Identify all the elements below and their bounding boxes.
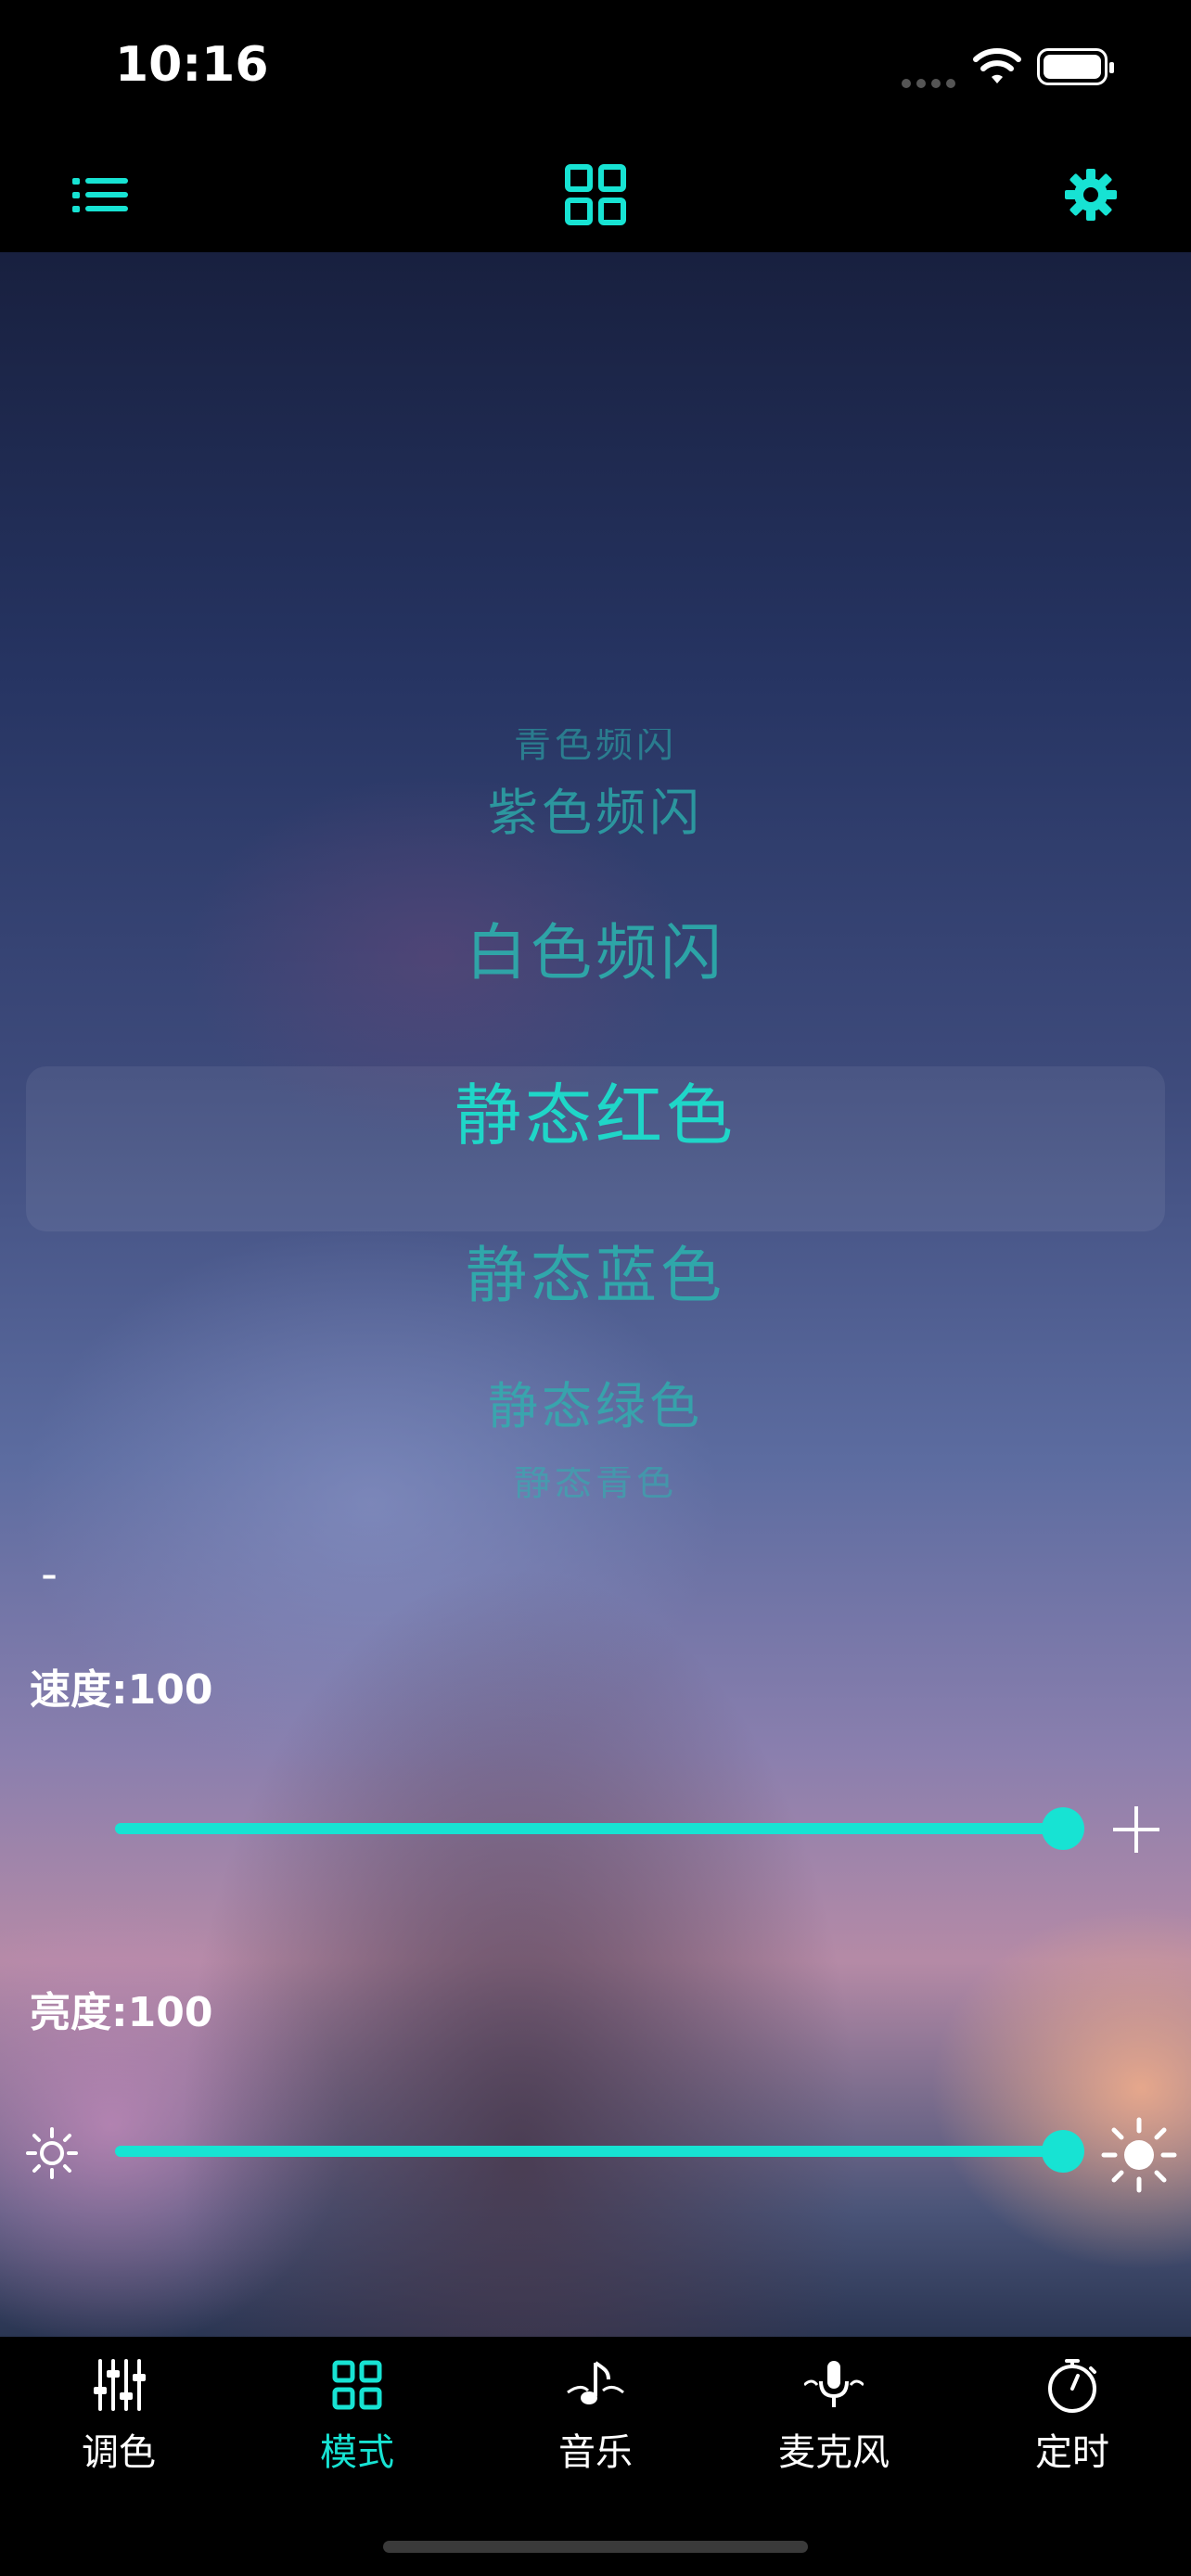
brightness-label: 亮度:100: [30, 1989, 213, 2036]
brightness-high-icon[interactable]: [1100, 2116, 1178, 2194]
speed-increase-button[interactable]: [1113, 1806, 1159, 1853]
picker-item[interactable]: 青色频闪: [0, 729, 1191, 760]
picker-item[interactable]: 静态绿色: [0, 1365, 1191, 1438]
picker-item[interactable]: 白色频闪: [0, 903, 1191, 992]
status-bar: 10:16: [0, 0, 1191, 139]
top-nav-bar: [0, 139, 1191, 252]
speed-slider-track[interactable]: [115, 1823, 1063, 1834]
cellular-signal-icon: [902, 74, 961, 92]
grid-icon[interactable]: [558, 158, 633, 232]
mode-picker[interactable]: 青色频闪 紫色频闪 白色频闪 静态红色 静态蓝色 静态绿色 静态青色: [0, 454, 1191, 1498]
tab-music[interactable]: 音乐: [503, 2355, 688, 2494]
wifi-icon: [973, 48, 1021, 83]
sliders-icon: [94, 2359, 146, 2411]
brightness-low-icon[interactable]: [24, 2125, 80, 2181]
status-time: 10:16: [115, 37, 269, 93]
tab-label: 调色: [82, 2431, 156, 2474]
tab-label: 音乐: [558, 2431, 633, 2474]
brightness-slider-track[interactable]: [115, 2146, 1063, 2157]
picker-item-selected[interactable]: 静态红色: [0, 1061, 1191, 1158]
tab-label: 定时: [1035, 2431, 1109, 2474]
tab-microphone[interactable]: 麦克风: [741, 2355, 927, 2494]
tab-mode[interactable]: 模式: [264, 2355, 450, 2494]
music-note-icon: [567, 2361, 624, 2404]
speed-label: 速度:100: [30, 1666, 213, 1714]
battery-icon: [1037, 48, 1114, 85]
gear-icon[interactable]: [1054, 158, 1128, 232]
tab-timer[interactable]: 定时: [980, 2355, 1165, 2494]
picker-item[interactable]: 静态蓝色: [0, 1226, 1191, 1315]
brightness-slider-thumb[interactable]: [1042, 2130, 1084, 2173]
tab-label: 模式: [320, 2431, 394, 2474]
list-icon[interactable]: [63, 158, 137, 232]
microphone-icon: [804, 2361, 864, 2407]
grid-icon: [332, 2360, 382, 2410]
tab-color[interactable]: 调色: [26, 2355, 211, 2494]
timer-icon: [1048, 2359, 1096, 2413]
tab-label: 麦克风: [778, 2431, 890, 2474]
picker-item[interactable]: 紫色频闪: [0, 772, 1191, 845]
speed-decrease-button[interactable]: -: [41, 1547, 58, 1600]
speed-slider-thumb[interactable]: [1042, 1807, 1084, 1850]
picker-item[interactable]: 静态青色: [0, 1467, 1191, 1498]
home-indicator: [383, 2541, 808, 2553]
